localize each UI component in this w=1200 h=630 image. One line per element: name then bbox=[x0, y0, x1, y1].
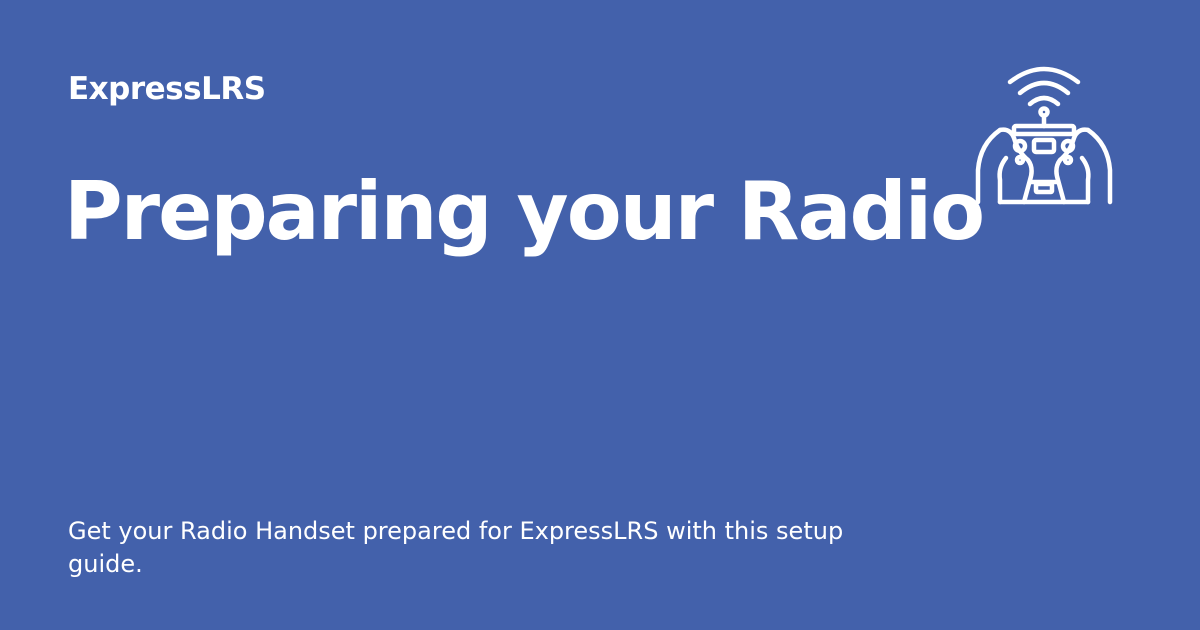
site-name: ExpressLRS bbox=[68, 71, 266, 107]
page-title: Preparing your Radio bbox=[64, 165, 985, 258]
radio-controller-icon bbox=[970, 60, 1118, 208]
page-description: Get your Radio Handset prepared for Expr… bbox=[68, 517, 844, 578]
social-card: ExpressLRS Preparing your Radio Get your… bbox=[0, 0, 1200, 630]
